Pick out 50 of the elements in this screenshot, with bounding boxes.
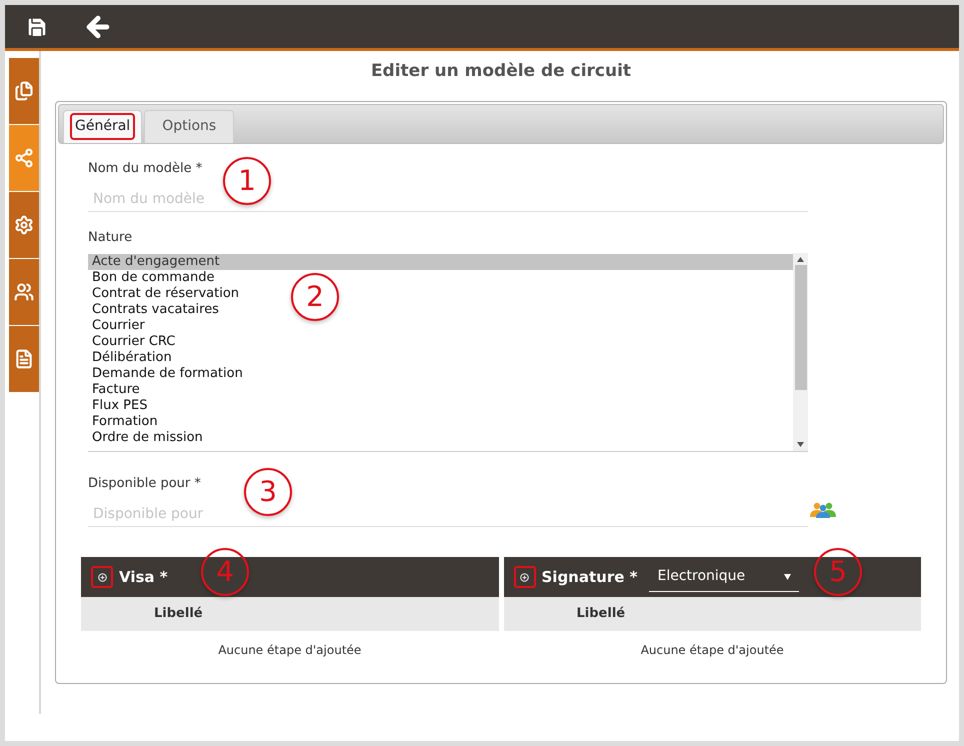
callout-number: 1	[223, 157, 271, 205]
tab[interactable]: Options	[144, 110, 234, 142]
list-option[interactable]: Facture	[88, 382, 144, 398]
people-icon	[14, 282, 34, 302]
documents-icon	[14, 81, 34, 101]
list-option[interactable]: Courrier	[88, 318, 149, 334]
section-title: Visa *	[119, 566, 168, 588]
type-select[interactable]: Electronique	[649, 562, 800, 592]
page-title: Editer un modèle de circuit	[370, 60, 632, 83]
list-option[interactable]: Contrats vacataires	[88, 302, 223, 318]
section-title: Signature *	[542, 566, 638, 588]
people-icon[interactable]	[809, 502, 837, 518]
list-option[interactable]: Délibération	[88, 350, 176, 366]
field-label: Nature	[88, 229, 132, 247]
field-label: Disponible pour *	[88, 474, 201, 492]
plus-icon	[520, 572, 529, 582]
list-option[interactable]: Formation	[88, 414, 162, 430]
add-button[interactable]	[514, 566, 536, 588]
empty-message: Aucune étape d'ajoutée	[218, 642, 362, 659]
add-button[interactable]	[91, 566, 113, 588]
field-label: Nom du modèle *	[88, 160, 202, 178]
scrollbar[interactable]	[793, 252, 808, 450]
empty-message: Aucune étape d'ajoutée	[640, 642, 784, 659]
sidebar-item[interactable]	[9, 326, 39, 392]
list-option[interactable]: Demande de formation	[88, 366, 247, 382]
list-option[interactable]: Acte d'engagement	[88, 254, 793, 270]
input-field[interactable]: Disponible pour	[88, 501, 808, 527]
scroll-down-icon	[797, 442, 804, 446]
sidebar-item[interactable]	[9, 125, 39, 191]
sidebar-item[interactable]	[9, 192, 39, 258]
list-option[interactable]: Ordre de mission	[88, 430, 207, 446]
tab[interactable]: Général	[63, 110, 142, 142]
callout-number: 4	[201, 548, 249, 596]
callout-number: 2	[291, 273, 339, 321]
sidebar-item[interactable]	[9, 259, 39, 325]
callout-number: 5	[814, 548, 862, 596]
callout-number: 3	[244, 468, 292, 516]
list-option[interactable]: Bon de commande	[88, 270, 219, 286]
list-option[interactable]: Contrat de réservation	[88, 286, 244, 302]
document-icon	[14, 349, 34, 369]
dropdown-icon	[784, 574, 792, 580]
gear-icon	[14, 215, 34, 235]
column-header: Libellé	[81, 597, 498, 631]
list-option[interactable]: Flux PES	[88, 398, 152, 414]
sidebar-item[interactable]	[9, 58, 39, 124]
share-icon	[14, 148, 34, 168]
list-option[interactable]: Courrier CRC	[88, 334, 180, 350]
plus-icon	[98, 572, 106, 582]
scroll-up-icon	[797, 256, 804, 262]
column-header: Libellé	[504, 597, 921, 631]
